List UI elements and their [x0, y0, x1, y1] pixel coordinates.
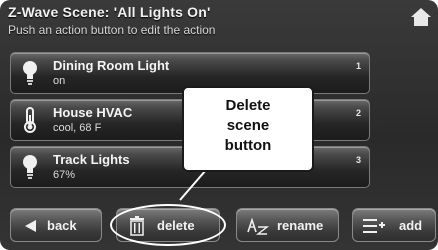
callout-line-3: button [224, 137, 272, 154]
back-label: back [47, 218, 77, 233]
instruction-text: Push an action button to edit the action [8, 23, 216, 37]
action-state: cool, 68 F [53, 122, 102, 134]
add-label: add [399, 218, 423, 233]
action-state: 67% [53, 169, 76, 181]
add-button[interactable]: add [352, 208, 436, 242]
bulb-icon [23, 155, 37, 179]
bulb-icon [23, 61, 37, 85]
action-name: Dining Room Light [53, 58, 170, 73]
header: Z-Wave Scene: 'All Lights On' Push an ac… [0, 0, 438, 48]
back-button[interactable]: back [10, 208, 102, 242]
action-name: Track Lights [53, 152, 130, 167]
back-arrow-icon [25, 220, 36, 232]
action-state: on [53, 75, 66, 87]
highlight-ring [110, 204, 226, 246]
annotation-callout: Delete scene button [182, 86, 314, 172]
rename-label: rename [277, 218, 324, 233]
callout-line-2: scene [226, 117, 270, 134]
touchscreen: Z-Wave Scene: 'All Lights On' Push an ac… [0, 0, 438, 250]
callout-line-1: Delete [225, 97, 271, 114]
rename-icon [247, 217, 269, 235]
action-number: 1 [355, 61, 361, 71]
rename-button[interactable]: rename [236, 208, 339, 242]
home-icon[interactable] [410, 6, 432, 28]
action-number: 2 [355, 108, 361, 118]
action-name: House HVAC [53, 105, 133, 120]
add-list-icon [363, 219, 385, 233]
thermometer-icon [24, 107, 36, 133]
scene-title: Z-Wave Scene: 'All Lights On' [8, 4, 211, 20]
action-number: 3 [355, 155, 361, 165]
